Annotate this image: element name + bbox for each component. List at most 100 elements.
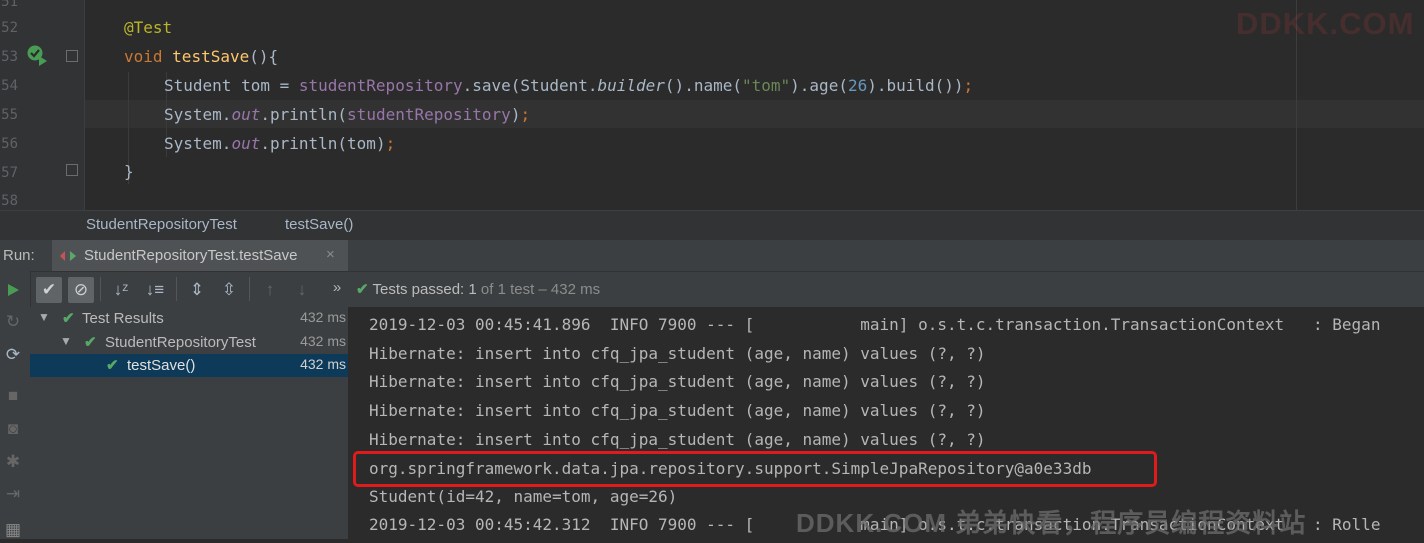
semicolon-token: ; [520, 105, 531, 124]
console-line: 2019-12-03 00:45:41.896 INFO 7900 --- [ … [369, 315, 1381, 334]
close-tab-icon[interactable]: × [326, 246, 335, 263]
layout-icon[interactable]: ▦ [0, 517, 26, 543]
code-token: .save(Student. [462, 76, 598, 95]
tree-node-method[interactable]: ✔ testSave() 432 ms [30, 354, 348, 377]
code-token: System. [164, 105, 232, 124]
line-number: 53 [1, 49, 18, 65]
static-field-token: out [231, 134, 261, 153]
console-line: Hibernate: insert into cfq_jpa_student (… [369, 372, 986, 391]
console-line: Hibernate: insert into cfq_jpa_student (… [369, 430, 986, 449]
toolbar-separator [100, 277, 101, 301]
code-token: } [124, 162, 134, 181]
highlight-box [353, 451, 1157, 487]
test-diamond-icon [60, 251, 76, 261]
field-token: studentRepository [298, 76, 463, 95]
run-tool-window-header: Run: StudentRepositoryTest.testSave × [0, 239, 1424, 272]
toggle-auto-test-icon[interactable]: ⟳ [0, 342, 26, 368]
exit-icon[interactable]: ⇥ [0, 481, 26, 507]
toolbar-separator [249, 277, 250, 301]
snapshot-icon[interactable]: ◙ [0, 416, 26, 442]
code-token: Student tom = [164, 76, 299, 95]
toolbar-separator [176, 277, 177, 301]
expand-arrow-icon[interactable]: ▼ [60, 334, 72, 348]
line-number: 54 [1, 78, 18, 94]
annotation-token: @Test [124, 18, 173, 37]
more-actions-icon[interactable]: » [324, 275, 350, 301]
fold-marker-icon[interactable] [66, 50, 78, 62]
status-prefix: Tests passed: [372, 281, 465, 298]
rerun-failed-icon[interactable]: ↻ [0, 309, 26, 335]
tree-node-time: 432 ms [300, 356, 346, 372]
method-name-token: testSave [172, 47, 250, 66]
stop-icon[interactable]: ■ [0, 383, 26, 409]
settings-gear-icon[interactable]: ✱ [0, 449, 26, 475]
code-token: ().name( [664, 76, 742, 95]
code-token: .println( [260, 105, 348, 124]
tree-node-label: Test Results [82, 310, 164, 327]
tree-node-class[interactable]: ▼ ✔ StudentRepositoryTest 432 ms [30, 331, 348, 354]
watermark: DDKK.COM [1236, 6, 1415, 41]
tree-node-time: 432 ms [300, 333, 346, 349]
status-detail: of 1 test – 432 ms [476, 281, 601, 298]
code-line-55: System.out.println(studentRepository); [164, 105, 530, 124]
show-passed-icon[interactable]: ✔ [36, 277, 62, 303]
field-token: studentRepository [347, 105, 511, 124]
passed-check-icon: ✔ [62, 310, 75, 327]
tree-node-test-results[interactable]: ▼ ✔ Test Results 432 ms [30, 307, 348, 330]
fold-marker-icon[interactable] [66, 164, 78, 176]
console-line: Hibernate: insert into cfq_jpa_student (… [369, 401, 986, 420]
semicolon-token: ; [963, 76, 974, 95]
code-editor[interactable]: 51 52 53 54 55 56 57 58 @Test void testS… [0, 0, 1424, 210]
run-side-toolbar: ↻ ⟳ ■ ◙ ✱ ⇥ ▦ [0, 271, 31, 539]
test-status: ✔ Tests passed: 1 of 1 test – 432 ms [356, 280, 600, 298]
previous-failed-icon[interactable]: ↑ [257, 277, 283, 303]
test-results-tree: ▼ ✔ Test Results 432 ms ▼ ✔ StudentRepos… [30, 307, 349, 539]
tab-run-configuration[interactable]: StudentRepositoryTest.testSave × [52, 240, 348, 272]
tree-node-label: StudentRepositoryTest [105, 334, 256, 351]
console-line: Student(id=42, name=tom, age=26) [369, 487, 678, 506]
line-number: 51 [1, 0, 18, 10]
line-number: 58 [1, 193, 18, 209]
console-line: Hibernate: insert into cfq_jpa_student (… [369, 344, 986, 363]
code-token: ) [510, 105, 521, 124]
code-line-52: @Test [124, 18, 172, 37]
test-runner-toolbar: ✔ ⊘ ↓ᶻ ↓≡ ⇕ ⇳ ↑ ↓ » ✔ Tests passed: 1 of… [0, 271, 1424, 308]
code-token: .println(tom) [260, 134, 386, 153]
code-token: ).age( [790, 76, 848, 95]
line-number: 56 [1, 136, 18, 152]
string-token: "tom" [741, 76, 791, 95]
code-token: (){ [249, 47, 279, 66]
breadcrumb-class[interactable]: StudentRepositoryTest [86, 216, 237, 233]
tree-node-label: testSave() [127, 357, 196, 374]
line-number: 57 [1, 165, 18, 181]
rerun-icon[interactable] [5, 282, 21, 298]
code-token: ).build()) [867, 76, 964, 95]
code-line-57: } [124, 162, 134, 181]
breadcrumb: StudentRepositoryTest testSave() [0, 210, 1424, 240]
line-number: 52 [1, 20, 18, 36]
code-line-56: System.out.println(tom); [164, 134, 395, 153]
editor-gutter: 51 52 53 54 55 56 57 58 [0, 0, 85, 210]
line-number: 55 [1, 107, 18, 123]
number-token: 26 [847, 76, 868, 95]
show-ignored-icon[interactable]: ⊘ [68, 277, 94, 303]
semicolon-token: ; [385, 134, 396, 153]
run-test-gutter-icon[interactable] [26, 44, 48, 66]
sort-alphabetically-icon[interactable]: ↓ᶻ [108, 277, 134, 303]
code-token: System. [164, 134, 232, 153]
code-line-54: Student tom = studentRepository.save(Stu… [164, 76, 973, 95]
watermark: DDKK.COM 弟弟快看，程序员编程资料站 [796, 508, 1307, 538]
passed-check-icon: ✔ [106, 357, 119, 374]
static-field-token: out [231, 105, 261, 124]
breadcrumb-method[interactable]: testSave() [285, 216, 353, 233]
sort-by-duration-icon[interactable]: ↓≡ [142, 277, 168, 303]
status-count: 1 [468, 281, 477, 298]
run-label: Run: [3, 247, 35, 264]
expand-all-icon[interactable]: ⇕ [184, 277, 210, 303]
tab-label: StudentRepositoryTest.testSave [84, 247, 298, 264]
keyword-token: void [124, 47, 163, 66]
code-line-53: void testSave(){ [124, 47, 278, 66]
collapse-all-icon[interactable]: ⇳ [216, 277, 242, 303]
next-failed-icon[interactable]: ↓ [289, 277, 315, 303]
expand-arrow-icon[interactable]: ▼ [38, 310, 50, 324]
